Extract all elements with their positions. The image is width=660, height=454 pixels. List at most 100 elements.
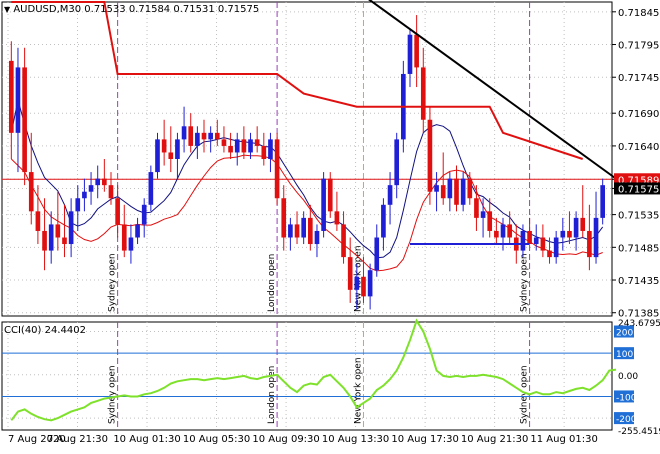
price-axis-label: 0.71535 bbox=[618, 211, 659, 222]
candle-body bbox=[135, 224, 140, 238]
candle-body bbox=[148, 172, 154, 205]
candle-body bbox=[480, 211, 486, 218]
candle-body bbox=[434, 185, 439, 192]
candle-body bbox=[381, 204, 386, 238]
cci-level-tag-label: -100 bbox=[616, 393, 637, 403]
candle-body bbox=[547, 250, 552, 258]
symbol-icon: ▼ bbox=[4, 5, 11, 14]
candle-body bbox=[181, 126, 187, 140]
candle-body bbox=[22, 67, 27, 173]
time-axis-label: 10 Aug 09:30 bbox=[252, 434, 319, 445]
candle-body bbox=[321, 178, 326, 231]
price-axis-label: 0.71690 bbox=[618, 109, 659, 120]
candle-body bbox=[587, 230, 592, 258]
candle-body bbox=[15, 67, 21, 133]
candle-body bbox=[301, 217, 307, 238]
price-tag-label: 0.71575 bbox=[618, 184, 659, 195]
candle-body bbox=[341, 224, 346, 258]
price-axis-label: 0.71435 bbox=[618, 276, 659, 287]
candle-body bbox=[35, 211, 41, 231]
candle-body bbox=[121, 224, 127, 251]
candle-body bbox=[248, 139, 253, 153]
candle-body bbox=[427, 119, 433, 192]
time-axis-label: 11 Aug 01:30 bbox=[530, 434, 597, 445]
candle-body bbox=[374, 237, 380, 271]
candle-body bbox=[520, 230, 526, 251]
candle-body bbox=[95, 178, 101, 186]
candle-body bbox=[28, 172, 34, 212]
candle-body bbox=[487, 211, 493, 231]
chart-canvas[interactable]: 7 Aug 20207 Aug 21:30 10 Aug 01:30 10 Aug … bbox=[0, 0, 660, 450]
candle-body bbox=[228, 145, 233, 153]
candle-body bbox=[62, 237, 67, 245]
candle-body bbox=[460, 178, 466, 205]
candle-body bbox=[533, 237, 539, 245]
candle-body bbox=[420, 67, 426, 120]
candle-body bbox=[88, 185, 94, 192]
candle-body bbox=[75, 198, 81, 212]
cci-indicator-label: CCI(40) 24.4402 bbox=[4, 325, 86, 336]
candle-body bbox=[394, 139, 400, 186]
candle-body bbox=[281, 198, 287, 238]
candle-body bbox=[274, 139, 280, 199]
candle-body bbox=[500, 224, 506, 238]
candle-body bbox=[327, 178, 333, 212]
cci-level-tag-label: 100 bbox=[616, 350, 633, 360]
candle-body bbox=[261, 145, 267, 159]
price-axis-label: 0.71745 bbox=[618, 73, 659, 84]
cci-level-tag-label: -200 bbox=[616, 415, 637, 425]
candle-body bbox=[507, 224, 512, 238]
candle-body bbox=[288, 224, 293, 238]
price-axis-label: 0.71640 bbox=[618, 142, 659, 153]
time-axis-label: 10 Aug 21:30 bbox=[461, 434, 528, 445]
candle-body bbox=[527, 230, 532, 245]
time-axis-label: 10 Aug 01:30 bbox=[113, 434, 180, 445]
session-marker-label: Sydney open bbox=[108, 253, 118, 312]
candle-body bbox=[188, 126, 194, 146]
candle-body bbox=[347, 257, 353, 290]
session-marker-label-cci: Sydney open bbox=[108, 365, 118, 424]
price-axis-label: 0.71795 bbox=[618, 41, 659, 52]
candle-body bbox=[82, 191, 87, 199]
candle-body bbox=[560, 230, 566, 238]
candle-body bbox=[214, 132, 220, 140]
candle-body bbox=[8, 60, 14, 133]
candle-body bbox=[494, 230, 499, 238]
trading-chart[interactable]: 7 Aug 2020 7 Aug 21:30 10 Aug 01:30 10 Aug … bbox=[0, 0, 660, 450]
candle-body bbox=[108, 185, 114, 199]
cci-axis-label: 0.00 bbox=[618, 372, 638, 382]
cci-level-tag-label: 200 bbox=[616, 329, 633, 339]
candle-body bbox=[115, 198, 120, 225]
candle-body bbox=[387, 185, 393, 205]
candle-body bbox=[175, 139, 180, 159]
candle-body bbox=[467, 178, 473, 199]
candle-body bbox=[234, 139, 240, 153]
candle-body bbox=[128, 237, 134, 251]
candle-body bbox=[161, 139, 167, 153]
candle-body bbox=[48, 224, 54, 251]
candle-body bbox=[474, 198, 479, 218]
candle-body bbox=[440, 185, 446, 199]
cci-axis-label: -255.4519 bbox=[618, 427, 660, 437]
candle-body bbox=[454, 178, 459, 205]
candle-body bbox=[141, 204, 147, 225]
candle-body bbox=[593, 217, 599, 258]
candle-body bbox=[540, 237, 546, 251]
candle-body bbox=[414, 34, 419, 68]
candle-body bbox=[68, 211, 74, 245]
candle-body bbox=[42, 230, 47, 251]
candle-body bbox=[567, 230, 572, 238]
candle-body bbox=[334, 211, 340, 225]
candle-body bbox=[241, 139, 247, 153]
candle-body bbox=[208, 132, 213, 140]
price-axis-label: 0.71845 bbox=[618, 8, 659, 19]
symbol-ohlc-text: AUDUSD,M30 0.71533 0.71584 0.71531 0.715… bbox=[13, 4, 260, 15]
candle-body bbox=[221, 139, 227, 146]
candle-body bbox=[102, 178, 107, 186]
time-axis-label: 7 Aug 21:30 bbox=[47, 434, 108, 445]
candle-body bbox=[407, 34, 413, 74]
time-axis-label: 10 Aug 05:30 bbox=[183, 434, 250, 445]
candle-body bbox=[600, 185, 606, 218]
moving-average-fast bbox=[10, 154, 603, 272]
candle-body bbox=[580, 217, 586, 231]
